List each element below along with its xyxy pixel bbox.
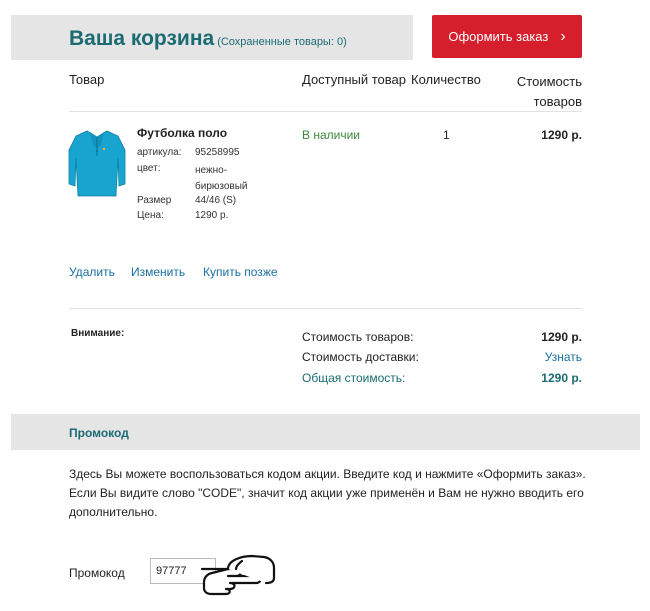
chevron-right-icon: › (560, 27, 566, 45)
spec-size-value: 44/46 (S) (195, 195, 237, 206)
spec-price-label: Цена: (137, 210, 164, 221)
saved-items-count[interactable]: (Сохраненные товары: 0) (217, 36, 347, 48)
goods-cost-value: 1290 р. (541, 330, 582, 344)
total-cost-value: 1290 р. (541, 371, 582, 385)
promo-title: Промокод (69, 426, 129, 440)
availability-status: В наличии (302, 128, 361, 142)
checkout-button-label: Оформить заказ (448, 29, 549, 44)
spec-sku-label: артикула: (137, 147, 182, 158)
promo-field-label: Промокод (69, 566, 125, 580)
column-header-cost-line2: товаров (533, 94, 582, 109)
header-divider (69, 111, 582, 112)
promo-instructions: Здесь Вы можете воспользоваться кодом ак… (69, 465, 599, 522)
item-total-price: 1290 р. (541, 128, 582, 142)
delete-item-link[interactable]: Удалить (69, 265, 115, 279)
delivery-cost-label: Стоимость доставки: (302, 350, 419, 364)
spec-color-value: нежно- бирюзовый (195, 163, 248, 195)
buy-later-link[interactable]: Купить позже (203, 265, 278, 279)
spec-sku-value: 95258995 (195, 147, 240, 158)
item-quantity: 1 (443, 128, 450, 142)
spec-size-label: Размер (137, 195, 172, 206)
spec-color-value-line1: нежно- (195, 165, 228, 176)
cart-title: Ваша корзина (69, 27, 215, 50)
total-cost-label: Общая стоимость: (302, 371, 406, 385)
spec-color-value-line2: бирюзовый (195, 181, 248, 192)
column-header-cost-line1: Стоимость (516, 74, 582, 89)
promo-instruction-2: Если Вы видите слово "CODE", значит код … (69, 486, 584, 519)
item-divider (69, 308, 582, 309)
product-name[interactable]: Футболка поло (137, 126, 227, 140)
checkout-button[interactable]: Оформить заказ › (432, 15, 582, 58)
column-header-cost: Стоимость товаров (517, 72, 582, 112)
page-title: Ваша корзина (Сохраненные товары: 0) (69, 27, 347, 51)
pointing-hand-icon (200, 554, 276, 596)
spec-color-label: цвет: (137, 163, 161, 174)
column-header-quantity: Количество (411, 72, 481, 87)
column-header-availability: Доступный товар (302, 72, 406, 87)
column-header-product: Товар (69, 72, 105, 87)
spec-price-value: 1290 р. (195, 210, 229, 221)
promo-instruction-1: Здесь Вы можете воспользоваться кодом ак… (69, 467, 586, 481)
polo-shirt-icon[interactable] (68, 128, 126, 198)
delivery-cost-link[interactable]: Узнать (545, 350, 582, 364)
edit-item-link[interactable]: Изменить (131, 265, 185, 279)
goods-cost-label: Стоимость товаров: (302, 330, 414, 344)
attention-label: Внимание: (71, 328, 125, 339)
